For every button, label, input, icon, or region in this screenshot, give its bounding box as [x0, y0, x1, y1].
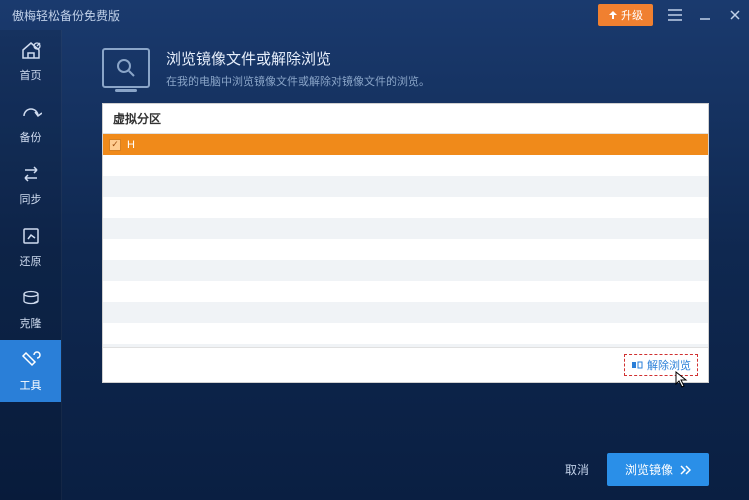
magnifier-icon	[115, 57, 137, 79]
list-item	[103, 281, 708, 302]
backup-icon	[20, 101, 42, 123]
window-controls	[667, 7, 743, 23]
list-item	[103, 260, 708, 281]
cancel-button[interactable]: 取消	[565, 461, 589, 478]
sidebar-item-sync[interactable]: 同步	[0, 154, 61, 216]
app-title: 傲梅轻松备份免费版	[12, 7, 598, 24]
list-item[interactable]: ✓ H	[103, 134, 708, 155]
menu-icon	[668, 9, 682, 21]
browse-image-button[interactable]: 浏览镜像	[607, 453, 709, 486]
sidebar-item-label: 首页	[20, 67, 42, 83]
sync-icon	[20, 163, 42, 185]
list-item	[103, 302, 708, 323]
list-item	[103, 176, 708, 197]
list-item	[103, 218, 708, 239]
sidebar-item-restore[interactable]: 还原	[0, 216, 61, 278]
close-icon	[729, 9, 741, 21]
sidebar-item-label: 同步	[20, 191, 42, 207]
list-item	[103, 155, 708, 176]
partition-panel: 虚拟分区 ✓ H 解除浏览	[102, 103, 709, 383]
home-icon	[20, 39, 42, 61]
upgrade-button[interactable]: 升级	[598, 4, 653, 26]
minimize-button[interactable]	[697, 7, 713, 23]
close-button[interactable]	[727, 7, 743, 23]
list-item	[103, 323, 708, 344]
upgrade-icon	[608, 10, 618, 20]
list-item	[103, 239, 708, 260]
clone-icon	[20, 287, 42, 309]
chevron-right-icon	[679, 465, 691, 475]
menu-button[interactable]	[667, 7, 683, 23]
page-icon	[102, 48, 150, 88]
restore-icon	[20, 225, 42, 247]
minimize-icon	[699, 9, 711, 21]
titlebar: 傲梅轻松备份免费版 升级	[0, 0, 749, 30]
sidebar: 首页 备份 同步 还原 克隆	[0, 30, 62, 500]
remove-label: 解除浏览	[647, 357, 691, 373]
panel-header: 虚拟分区	[103, 104, 708, 134]
content-area: 浏览镜像文件或解除浏览 在我的电脑中浏览镜像文件或解除对镜像文件的浏览。 虚拟分…	[62, 30, 749, 500]
list-item	[103, 197, 708, 218]
sidebar-item-backup[interactable]: 备份	[0, 92, 61, 154]
sidebar-item-tools[interactable]: 工具	[0, 340, 61, 402]
tools-icon	[20, 349, 42, 371]
page-title: 浏览镜像文件或解除浏览	[166, 48, 430, 69]
sidebar-item-home[interactable]: 首页	[0, 30, 61, 92]
sidebar-item-label: 克隆	[20, 315, 42, 331]
sidebar-item-label: 备份	[20, 129, 42, 145]
upgrade-label: 升级	[621, 7, 643, 23]
sidebar-item-label: 还原	[20, 253, 42, 269]
partition-list[interactable]: ✓ H	[103, 134, 708, 347]
cursor-icon	[675, 371, 689, 389]
checkbox-icon[interactable]: ✓	[109, 139, 121, 151]
sidebar-item-label: 工具	[20, 377, 42, 393]
primary-label: 浏览镜像	[625, 461, 673, 478]
remove-browse-button[interactable]: 解除浏览	[624, 354, 698, 376]
list-item-label: H	[127, 139, 135, 151]
sidebar-item-clone[interactable]: 克隆	[0, 278, 61, 340]
panel-footer: 解除浏览	[103, 347, 708, 382]
remove-icon	[631, 360, 643, 370]
page-subtitle: 在我的电脑中浏览镜像文件或解除对镜像文件的浏览。	[166, 73, 430, 89]
bottom-bar: 取消 浏览镜像	[565, 453, 709, 486]
